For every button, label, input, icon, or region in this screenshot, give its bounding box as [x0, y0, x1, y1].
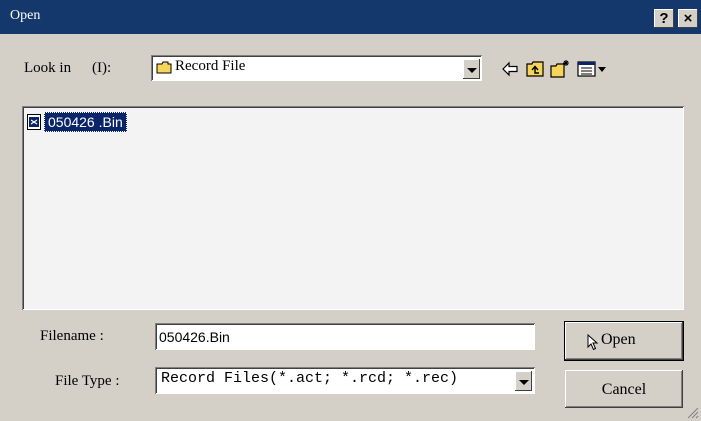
- dialog-title: Open: [10, 8, 41, 23]
- up-folder-icon[interactable]: [524, 58, 546, 80]
- filename-input[interactable]: [155, 323, 535, 350]
- resize-grip-icon[interactable]: [685, 405, 699, 419]
- open-button[interactable]: Open: [564, 321, 684, 361]
- lookin-label: Look in: [24, 60, 72, 76]
- new-folder-icon[interactable]: [549, 58, 571, 80]
- help-button[interactable]: ?: [654, 9, 674, 28]
- filetype-combo[interactable]: Record Files(*.act; *.rcd; *.rec): [155, 367, 535, 394]
- filename-label: Filename :: [40, 328, 104, 344]
- view-menu-icon[interactable]: [576, 58, 610, 80]
- cursor-icon: [587, 334, 599, 351]
- title-bar[interactable]: Open ? ×: [0, 0, 701, 34]
- close-button[interactable]: ×: [678, 9, 698, 28]
- file-name: 050426 .Bin: [44, 112, 127, 132]
- list-item[interactable]: 050426 .Bin: [27, 112, 127, 132]
- cancel-button[interactable]: Cancel: [565, 370, 683, 408]
- file-list[interactable]: 050426 .Bin: [22, 106, 684, 310]
- open-button-label: Open: [601, 331, 636, 348]
- cancel-button-label: Cancel: [601, 381, 647, 398]
- filetype-dropdown-button[interactable]: [515, 371, 532, 391]
- lookin-shortcut: (I):: [92, 60, 112, 76]
- filetype-label: File Type :: [55, 373, 120, 389]
- bin-file-icon: [27, 114, 41, 130]
- folder-icon: [156, 61, 172, 74]
- lookin-dropdown-button[interactable]: [463, 59, 480, 79]
- filetype-value: Record Files(*.act; *.rcd; *.rec): [161, 370, 459, 387]
- back-arrow-icon[interactable]: [499, 58, 521, 80]
- lookin-combo[interactable]: Record File: [151, 55, 482, 81]
- lookin-value: Record File: [175, 58, 246, 74]
- open-dialog: Open ? × Look in (I): Record File 050426…: [0, 0, 701, 421]
